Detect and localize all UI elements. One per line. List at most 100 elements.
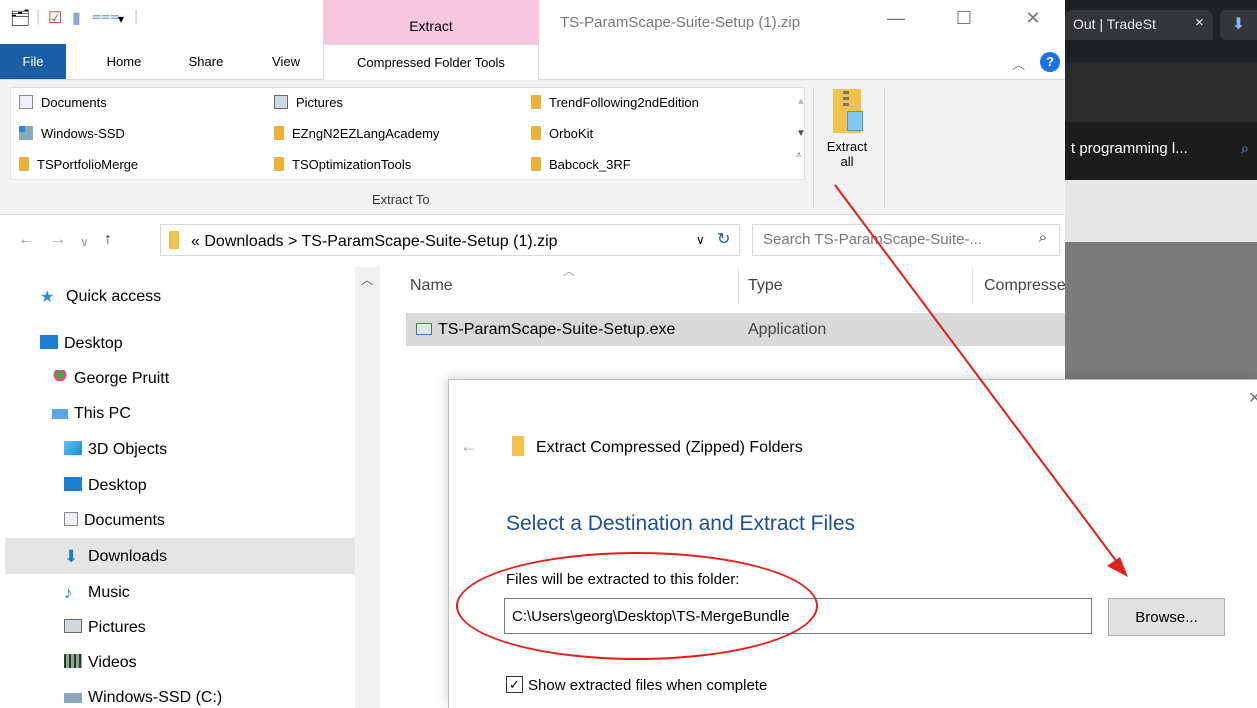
extract-to-orbokit[interactable]: OrboKit bbox=[531, 126, 593, 141]
ribbon-tab-row: File Home Share View Compressed Folder T… bbox=[0, 44, 1065, 81]
extract-to-group-label: Extract To bbox=[372, 192, 430, 207]
back-arrow-icon[interactable]: ← bbox=[18, 231, 34, 249]
nav-quick-access[interactable]: ★ Quick access bbox=[40, 287, 161, 306]
close-icon[interactable]: ✕ bbox=[1248, 388, 1257, 408]
download-icon[interactable]: ⬇ bbox=[1220, 10, 1257, 40]
extract-to-babcock[interactable]: Babcock_3RF bbox=[531, 157, 631, 172]
column-header-compressed[interactable]: Compresse bbox=[984, 277, 1066, 295]
pictures-icon bbox=[64, 619, 82, 633]
dialog-heading: Select a Destination and Extract Files bbox=[506, 512, 856, 535]
nav-scrollbar[interactable]: ︿ bbox=[355, 267, 380, 708]
ribbon-divider bbox=[884, 88, 885, 208]
tab-share[interactable]: Share bbox=[176, 44, 236, 80]
film-icon bbox=[64, 654, 82, 668]
cube-icon bbox=[64, 441, 82, 455]
tab-view[interactable]: View bbox=[256, 44, 316, 80]
nav-videos[interactable]: Videos bbox=[64, 654, 137, 672]
ribbon-divider bbox=[813, 88, 814, 208]
zip-folder-icon bbox=[833, 89, 863, 133]
table-row[interactable]: TS-ParamScape-Suite-Setup.exe Applicatio… bbox=[406, 313, 1065, 346]
tab-home[interactable]: Home bbox=[94, 44, 154, 80]
nav-3d-objects[interactable]: 3D Objects bbox=[64, 441, 167, 459]
gallery-scroll-up-icon[interactable]: ▲ bbox=[796, 96, 806, 107]
new-folder-icon[interactable]: ▮ bbox=[72, 8, 81, 28]
folder-icon bbox=[531, 126, 541, 140]
help-icon[interactable]: ? bbox=[1040, 52, 1060, 72]
zip-folder-icon: 🗂 bbox=[10, 10, 31, 27]
maximize-icon[interactable]: ☐ bbox=[941, 8, 987, 29]
breadcrumb-prefix[interactable]: « bbox=[191, 233, 200, 250]
extract-to-tsportfoliomerge[interactable]: TSPortfolioMerge bbox=[19, 157, 138, 172]
file-name-cell: TS-ParamScape-Suite-Setup.exe bbox=[416, 321, 675, 339]
search-icon[interactable]: ⌕ bbox=[1241, 140, 1249, 157]
file-type-cell: Application bbox=[748, 321, 827, 338]
annotation-ellipse bbox=[456, 552, 818, 660]
nav-downloads[interactable]: ⬇ Downloads bbox=[64, 547, 167, 566]
column-divider[interactable] bbox=[972, 268, 973, 304]
browser-tab-bar: Out | TradeSt × ⬇ bbox=[1065, 0, 1257, 62]
extract-to-tsoptimizationtools[interactable]: TSOptimizationTools bbox=[274, 157, 411, 172]
drive-icon bbox=[19, 126, 33, 140]
navigation-pane bbox=[0, 267, 380, 708]
folder-icon bbox=[274, 157, 284, 171]
chevron-down-icon[interactable]: ▾ bbox=[118, 12, 124, 26]
nav-desktop-pc[interactable]: Desktop bbox=[64, 477, 147, 495]
extract-all-label-1: Extract bbox=[826, 139, 868, 154]
breadcrumb-zip[interactable]: TS-ParamScape-Suite-Setup (1).zip bbox=[301, 233, 557, 250]
refresh-icon[interactable]: ↻ bbox=[717, 229, 730, 249]
collapse-ribbon-icon[interactable]: ︿ bbox=[1012, 54, 1025, 73]
folder-icon bbox=[531, 157, 541, 171]
nav-windows-ssd[interactable]: Windows-SSD (C:) bbox=[64, 689, 222, 707]
scroll-up-icon[interactable]: ︿ bbox=[361, 271, 373, 288]
show-files-label[interactable]: Show extracted files when complete bbox=[528, 677, 767, 694]
extract-to-trendfollowing[interactable]: TrendFollowing2ndEdition bbox=[531, 95, 699, 110]
gallery-scroll-down-icon[interactable]: ▼ bbox=[796, 128, 806, 139]
breadcrumb-downloads[interactable]: Downloads bbox=[204, 233, 283, 250]
nav-user[interactable]: George Pruitt bbox=[52, 370, 169, 388]
extract-context-label: Extract bbox=[323, 0, 539, 44]
forward-arrow-icon[interactable]: → bbox=[50, 231, 66, 249]
recent-locations-icon[interactable]: ∨ bbox=[80, 235, 89, 249]
nav-selection-highlight bbox=[5, 538, 355, 574]
address-dropdown-icon[interactable]: ∨ bbox=[696, 233, 705, 247]
folder-icon bbox=[274, 126, 284, 140]
column-divider[interactable] bbox=[738, 268, 739, 304]
address-bar[interactable]: « Downloads > TS-ParamScape-Suite-Setup … bbox=[160, 224, 740, 256]
close-icon[interactable]: × bbox=[1195, 14, 1204, 31]
column-header-type[interactable]: Type bbox=[748, 277, 783, 295]
nav-music[interactable]: ♪ Music bbox=[64, 583, 130, 602]
extract-to-gallery: Documents Pictures TrendFollowing2ndEdit… bbox=[10, 87, 806, 180]
minimize-icon[interactable]: — bbox=[873, 8, 919, 29]
nav-this-pc[interactable]: This PC bbox=[52, 405, 131, 423]
up-arrow-icon[interactable]: ↑ bbox=[104, 231, 112, 249]
extract-to-documents[interactable]: Documents bbox=[19, 95, 107, 110]
user-icon bbox=[52, 370, 68, 384]
extract-all-button[interactable]: Extract all bbox=[815, 85, 879, 195]
window-title: TS-ParamScape-Suite-Setup (1).zip bbox=[560, 14, 801, 31]
rename-icon[interactable]: ⩶ bbox=[92, 8, 119, 26]
documents-icon bbox=[64, 512, 78, 526]
close-icon[interactable]: ✕ bbox=[1010, 8, 1056, 29]
breadcrumb-separator[interactable]: > bbox=[288, 233, 297, 250]
sort-ascending-icon: ︿ bbox=[563, 264, 576, 278]
dialog-title: Extract Compressed (Zipped) Folders bbox=[536, 439, 803, 456]
column-header-name[interactable]: Name bbox=[410, 277, 453, 295]
extract-to-windows-ssd[interactable]: Windows-SSD bbox=[19, 126, 125, 141]
extract-to-pictures[interactable]: Pictures bbox=[274, 95, 343, 110]
extract-dialog bbox=[448, 379, 1257, 708]
browser-tab[interactable]: Out | TradeSt bbox=[1065, 10, 1213, 40]
nav-pictures[interactable]: Pictures bbox=[64, 619, 146, 637]
show-files-checkbox[interactable]: ✓ bbox=[506, 676, 523, 693]
extract-to-ezngn2ez[interactable]: EZngN2EZLangAcademy bbox=[274, 126, 439, 141]
tab-file[interactable]: File bbox=[0, 44, 66, 79]
search-icon: ⌕ bbox=[1038, 229, 1047, 246]
documents-icon bbox=[19, 95, 33, 109]
nav-desktop[interactable]: Desktop bbox=[40, 335, 123, 353]
browse-button[interactable]: Browse... bbox=[1108, 598, 1225, 636]
gallery-expand-icon[interactable]: ⩡ bbox=[796, 150, 802, 161]
nav-documents[interactable]: Documents bbox=[64, 512, 165, 530]
tab-compressed-folder-tools[interactable]: Compressed Folder Tools bbox=[323, 44, 539, 81]
back-arrow-icon[interactable]: ← bbox=[460, 436, 478, 457]
search-input[interactable]: Search TS-ParamScape-Suite-... ⌕ bbox=[752, 224, 1060, 256]
properties-icon[interactable]: ☑ bbox=[48, 8, 62, 28]
